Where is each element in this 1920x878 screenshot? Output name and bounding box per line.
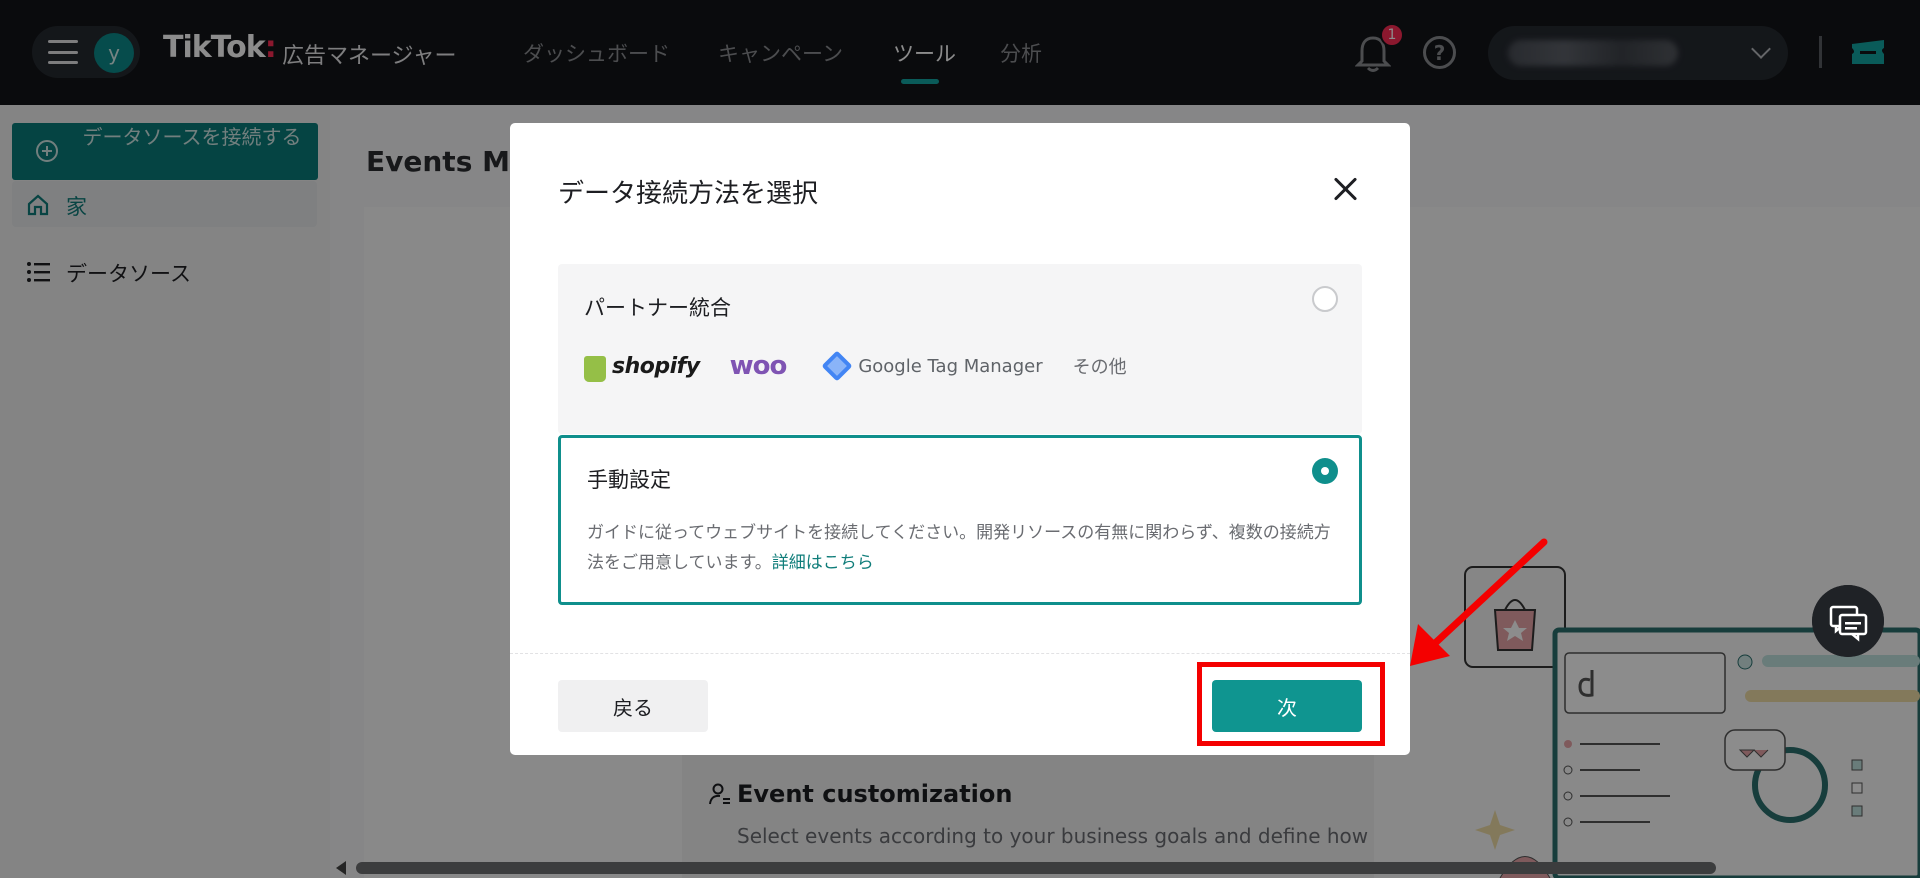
data-connection-method-dialog: データ接続方法を選択 パートナー統合 shopify woo Google Ta… — [510, 123, 1410, 755]
dialog-footer-divider — [510, 653, 1410, 654]
woo-logo: woo — [729, 351, 788, 381]
annotation-highlight-box — [1197, 662, 1385, 746]
learn-more-link[interactable]: 詳細はこちら — [772, 553, 874, 573]
shopify-logo: shopify — [612, 353, 700, 379]
close-icon[interactable] — [1332, 175, 1360, 203]
other-partners-label: その他 — [1072, 357, 1127, 378]
google-tag-manager-icon — [821, 350, 853, 382]
google-tag-manager-logo: Google Tag Manager — [858, 355, 1043, 377]
manual-setup-description-text: ガイドに従ってウェブサイトを接続してください。開発リソースの有無に関わらず、複数… — [587, 523, 1331, 573]
manual-setup-description: ガイドに従ってウェブサイトを接続してください。開発リソースの有無に関わらず、複数… — [587, 518, 1347, 578]
manual-setup-option[interactable]: 手動設定 ガイドに従ってウェブサイトを接続してください。開発リソースの有無に関わ… — [558, 435, 1362, 605]
annotation-arrow-icon — [1410, 538, 1548, 666]
back-button[interactable]: 戻る — [558, 680, 708, 732]
option-title: パートナー統合 — [584, 296, 731, 320]
partner-integration-radio[interactable] — [1312, 286, 1338, 312]
partner-logos: shopify woo Google Tag Manager その他 — [584, 348, 1127, 384]
chat-support-icon[interactable] — [1812, 585, 1884, 657]
manual-setup-radio[interactable] — [1312, 458, 1338, 484]
option-title: 手動設定 — [587, 468, 671, 492]
dialog-title: データ接続方法を選択 — [558, 179, 819, 209]
shopify-bag-icon — [584, 356, 606, 382]
partner-integration-option[interactable]: パートナー統合 shopify woo Google Tag Manager そ… — [558, 264, 1362, 434]
